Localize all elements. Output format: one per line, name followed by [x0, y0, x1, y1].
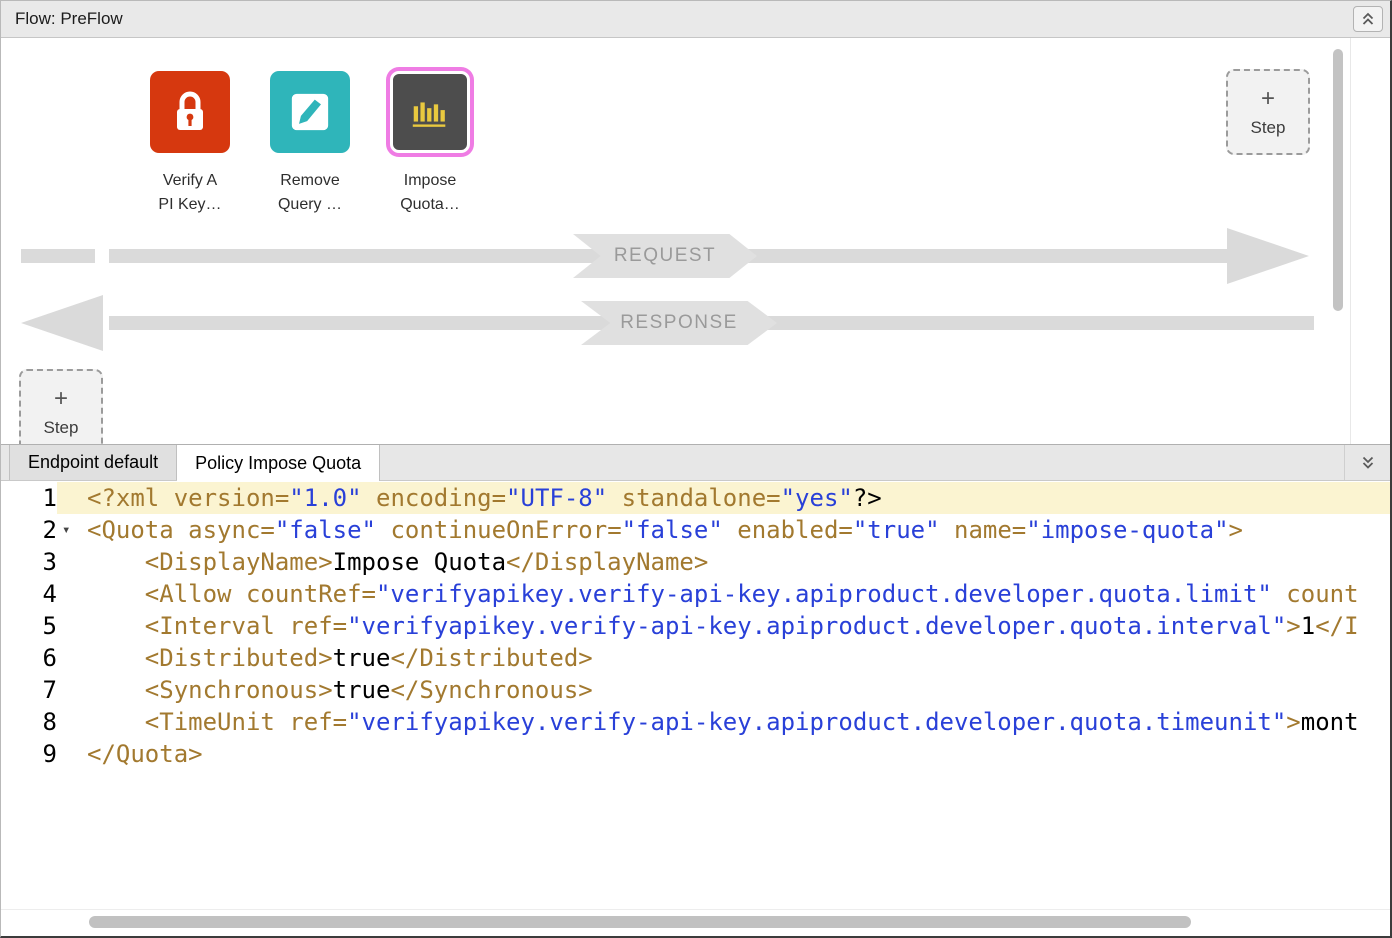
line-number: 9 — [1, 738, 57, 770]
add-step-button-response[interactable]: + Step — [19, 369, 103, 444]
code-text[interactable]: </Quota> — [87, 738, 1390, 770]
code-editor: 1 <?xml version="1.0" encoding="UTF-8" st… — [1, 482, 1390, 936]
code-line-body: <Allow countRef="verifyapikey.verify-api… — [57, 578, 1390, 610]
policy-verify-api-key[interactable]: Verify API Key… — [143, 71, 237, 217]
step-label: Step — [44, 418, 79, 438]
response-arrowhead-icon — [21, 295, 103, 351]
code-text[interactable]: <Quota async="false" continueOnError="fa… — [87, 514, 1390, 546]
plus-icon: + — [1261, 87, 1275, 111]
fold-gutter — [57, 642, 87, 674]
code-line-2: 2▾<Quota async="false" continueOnError="… — [1, 514, 1390, 546]
code-line-body: <TimeUnit ref="verifyapikey.verify-api-k… — [57, 706, 1390, 738]
add-step-button-request[interactable]: + Step — [1226, 69, 1310, 155]
fold-gutter — [57, 482, 87, 514]
code-line-4: 4 <Allow countRef="verifyapikey.verify-a… — [1, 578, 1390, 610]
policy-remove-query-param[interactable]: RemoveQuery … — [263, 71, 357, 217]
line-number: 2 — [1, 514, 57, 546]
fold-gutter — [57, 674, 87, 706]
line-number: 6 — [1, 642, 57, 674]
flow-scrollbar-track — [1350, 38, 1351, 444]
code-line-body: <Synchronous>true</Synchronous> — [57, 674, 1390, 706]
code-line-5: 5 <Interval ref="verifyapikey.verify-api… — [1, 610, 1390, 642]
response-label: RESPONSE — [581, 301, 777, 345]
flow-header: Flow: PreFlow — [1, 1, 1390, 38]
code-line-7: 7 <Synchronous>true</Synchronous> — [1, 674, 1390, 706]
editor-horizontal-scrollbar[interactable] — [89, 916, 1191, 928]
line-number: 3 — [1, 546, 57, 578]
step-label: Step — [1251, 118, 1286, 138]
editor-hscroll-track — [1, 909, 1390, 910]
code-line-body: <?xml version="1.0" encoding="UTF-8" sta… — [57, 482, 1390, 514]
code-text[interactable]: <Distributed>true</Distributed> — [87, 642, 1390, 674]
policy-label: ImposeQuota… — [400, 169, 460, 217]
fold-gutter — [57, 706, 87, 738]
api-proxy-flow-editor: Flow: PreFlow REQUEST RESPONSE Verify AP… — [0, 0, 1392, 938]
policy-list: Verify API Key… RemoveQuery … ImposeQuota… — [143, 71, 477, 217]
lock-icon — [150, 71, 230, 153]
code-line-body: </Quota> — [57, 738, 1390, 770]
request-arrowhead-icon — [1227, 228, 1309, 284]
code-text[interactable]: <DisplayName>Impose Quota</DisplayName> — [87, 546, 1390, 578]
code-text[interactable]: <Allow countRef="verifyapikey.verify-api… — [87, 578, 1390, 610]
tab-endpoint-default[interactable]: Endpoint default — [9, 445, 177, 480]
flow-canvas: REQUEST RESPONSE Verify API Key…RemoveQu… — [1, 38, 1390, 444]
code-line-body: ▾<Quota async="false" continueOnError="f… — [57, 514, 1390, 546]
code-line-body: <DisplayName>Impose Quota</DisplayName> — [57, 546, 1390, 578]
bar-chart-icon — [390, 71, 470, 153]
code-line-3: 3 <DisplayName>Impose Quota</DisplayName… — [1, 546, 1390, 578]
fold-gutter — [57, 578, 87, 610]
editor-tabbar: Endpoint defaultPolicy Impose Quota — [1, 444, 1390, 481]
line-number: 8 — [1, 706, 57, 738]
line-number: 5 — [1, 610, 57, 642]
fold-gutter — [57, 546, 87, 578]
code-lines: 1 <?xml version="1.0" encoding="UTF-8" st… — [1, 482, 1390, 770]
request-flow-line-stub — [21, 249, 95, 263]
tab-policy-impose-quota[interactable]: Policy Impose Quota — [177, 445, 380, 481]
plus-icon: + — [54, 387, 68, 411]
code-line-1: 1 <?xml version="1.0" encoding="UTF-8" st… — [1, 482, 1390, 514]
pencil-icon — [270, 71, 350, 153]
flow-title: Flow: PreFlow — [15, 9, 123, 29]
chevron-double-down-icon — [1360, 456, 1376, 470]
code-line-8: 8 <TimeUnit ref="verifyapikey.verify-api… — [1, 706, 1390, 738]
collapse-editor-panel-button[interactable] — [1344, 445, 1390, 480]
flow-vertical-scrollbar[interactable] — [1333, 49, 1343, 311]
policy-impose-quota[interactable]: ImposeQuota… — [383, 71, 477, 217]
fold-toggle-icon[interactable]: ▾ — [57, 514, 87, 546]
code-text[interactable]: <?xml version="1.0" encoding="UTF-8" sta… — [87, 482, 1390, 514]
line-number: 7 — [1, 674, 57, 706]
chevron-double-up-icon — [1360, 12, 1376, 26]
policy-label: Verify API Key… — [158, 169, 221, 217]
line-number: 1 — [1, 482, 57, 514]
fold-gutter — [57, 738, 87, 770]
code-line-6: 6 <Distributed>true</Distributed> — [1, 642, 1390, 674]
policy-label: RemoveQuery … — [278, 169, 342, 217]
code-text[interactable]: <Interval ref="verifyapikey.verify-api-k… — [87, 610, 1390, 642]
code-line-9: 9 </Quota> — [1, 738, 1390, 770]
line-number: 4 — [1, 578, 57, 610]
tab-list: Endpoint defaultPolicy Impose Quota — [1, 445, 1344, 480]
code-line-body: <Distributed>true</Distributed> — [57, 642, 1390, 674]
fold-gutter — [57, 610, 87, 642]
code-text[interactable]: <TimeUnit ref="verifyapikey.verify-api-k… — [87, 706, 1390, 738]
code-line-body: <Interval ref="verifyapikey.verify-api-k… — [57, 610, 1390, 642]
code-text[interactable]: <Synchronous>true</Synchronous> — [87, 674, 1390, 706]
collapse-flow-panel-button[interactable] — [1353, 6, 1383, 32]
